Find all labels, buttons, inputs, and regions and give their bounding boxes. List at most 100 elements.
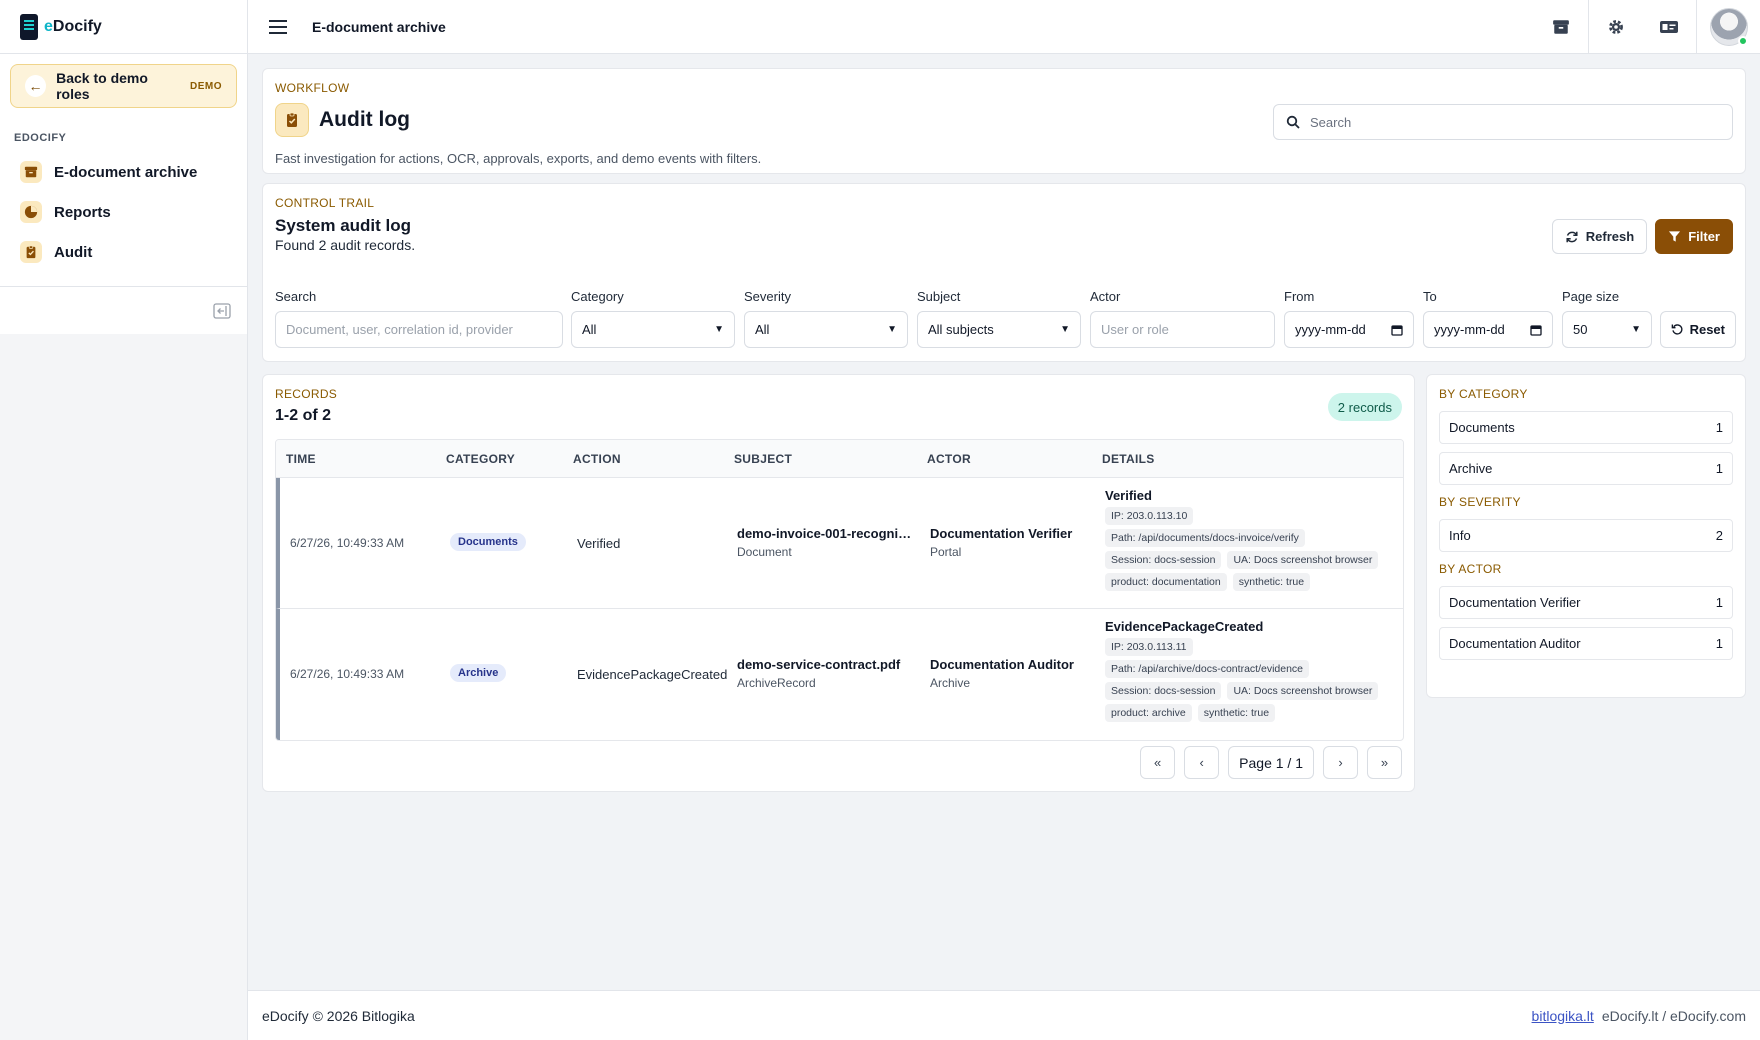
stat-row[interactable]: Archive 1 xyxy=(1439,452,1733,485)
back-label: Back to demo roles xyxy=(56,70,148,102)
back-to-demo-roles-button[interactable]: ← Back to demo roles DEMO xyxy=(10,64,237,108)
column-header-action[interactable]: ACTION xyxy=(573,440,621,478)
first-page-button[interactable]: « xyxy=(1140,746,1176,779)
footer-link[interactable]: bitlogika.lt xyxy=(1532,1008,1594,1024)
detail-tag: IP: 203.0.113.10 xyxy=(1105,507,1194,525)
chevron-right-icon: › xyxy=(1338,755,1343,770)
severity-filter-label: Severity xyxy=(744,289,791,304)
pie-chart-icon xyxy=(20,201,42,223)
global-search xyxy=(1273,104,1733,140)
reset-button[interactable]: Reset xyxy=(1660,311,1736,348)
last-page-button[interactable]: » xyxy=(1367,746,1402,779)
column-header-details: DETAILS xyxy=(1102,452,1155,466)
stat-row[interactable]: Documentation Auditor 1 xyxy=(1439,627,1733,660)
table-row[interactable]: 6/27/26, 10:49:33 AM Documents Verified … xyxy=(276,478,1403,609)
page-size-select[interactable]: 50 ▼ xyxy=(1562,311,1652,348)
column-header-category[interactable]: CATEGORY xyxy=(446,440,515,478)
id-card-button[interactable] xyxy=(1642,0,1696,54)
refresh-button[interactable]: Refresh xyxy=(1551,219,1648,254)
topbar-title: E-document archive xyxy=(312,18,446,35)
demo-badge: DEMO xyxy=(190,80,222,92)
hamburger-icon xyxy=(269,19,287,34)
filter-button[interactable]: Filter xyxy=(1655,219,1733,254)
actor-filter-label: Actor xyxy=(1090,289,1121,304)
actor-input[interactable]: User or role xyxy=(1090,311,1275,348)
category-filter-label: Category xyxy=(571,289,624,304)
clipboard-check-icon xyxy=(275,103,309,137)
refresh-icon xyxy=(1566,231,1578,242)
page-title: Audit log xyxy=(319,108,410,131)
detail-tag: IP: 203.0.113.11 xyxy=(1105,638,1193,656)
from-date-label: From xyxy=(1284,289,1315,304)
page-size-label: Page size xyxy=(1562,289,1620,304)
footer-copyright: eDocify © 2026 Bitlogika xyxy=(262,1007,415,1024)
column-header-time[interactable]: TIME xyxy=(286,440,316,478)
search-filter-input[interactable]: Document, user, correlation id, provider xyxy=(275,311,563,348)
archive-button[interactable] xyxy=(1534,0,1588,54)
page-eyebrow: WORKFLOW xyxy=(275,81,350,95)
records-badge: 2 records xyxy=(1327,393,1402,421)
control-subtitle: Found 2 audit records. xyxy=(275,237,416,253)
control-eyebrow: CONTROL TRAIL xyxy=(275,196,375,210)
footer-domains: eDocify.lt / eDocify.com xyxy=(1601,1007,1746,1024)
sidebar-heading: EDOCIFY xyxy=(14,132,67,144)
chevron-down-icon: ▼ xyxy=(714,324,724,335)
prev-page-button[interactable]: ‹ xyxy=(1184,746,1220,779)
records-eyebrow: RECORDS xyxy=(275,387,338,401)
search-input[interactable] xyxy=(1310,114,1720,130)
audit-table: TIME CATEGORY ACTION SUBJECT ACTOR DETAI… xyxy=(275,439,1404,741)
table-header: TIME CATEGORY ACTION SUBJECT ACTOR DETAI… xyxy=(276,440,1403,478)
category-pill: Documents xyxy=(450,533,526,551)
sidebar-item-e-document-archive[interactable]: E-document archive xyxy=(0,152,247,192)
stat-row[interactable]: Documents 1 xyxy=(1439,411,1733,444)
detail-tag: product: archive xyxy=(1105,704,1192,722)
row-actor-type: Archive xyxy=(930,676,971,690)
settings-button[interactable] xyxy=(1588,0,1642,54)
brand[interactable]: eDocify xyxy=(0,0,247,54)
detail-tag: synthetic: true xyxy=(1197,704,1276,722)
chevron-down-icon: ▼ xyxy=(1631,324,1641,335)
detail-tag: UA: Docs screenshot browser xyxy=(1227,682,1379,700)
row-subject[interactable]: demo-service-contract.pdf xyxy=(737,657,917,672)
user-menu-button[interactable] xyxy=(1696,0,1760,54)
stats-card: BY CATEGORY Documents 1 Archive 1 BY SEVER… xyxy=(1426,374,1746,698)
stats-heading: BY ACTOR xyxy=(1439,562,1502,576)
stats-heading: BY SEVERITY xyxy=(1439,495,1521,509)
column-header-subject[interactable]: SUBJECT xyxy=(734,440,792,478)
table-row[interactable]: 6/27/26, 10:49:33 AM Archive EvidencePac… xyxy=(276,609,1403,740)
collapse-sidebar-icon[interactable] xyxy=(213,302,231,320)
to-date-input[interactable]: yyyy-mm-dd xyxy=(1423,311,1553,348)
chevrons-left-icon: « xyxy=(1154,755,1162,770)
chevron-down-icon: ▼ xyxy=(887,324,897,335)
stat-row[interactable]: Info 2 xyxy=(1439,519,1733,552)
subject-select[interactable]: All subjects ▼ xyxy=(917,311,1081,348)
row-details-title: Verified xyxy=(1105,488,1152,503)
stat-count: 2 xyxy=(1715,528,1723,543)
stat-row[interactable]: Documentation Verifier 1 xyxy=(1439,586,1733,619)
gear-icon xyxy=(1608,19,1623,34)
records-card: RECORDS 1-2 of 2 2 records TIME CATEGORY… xyxy=(262,374,1415,792)
to-date-label: To xyxy=(1423,289,1437,304)
archive-box-icon xyxy=(1553,19,1569,34)
row-subject[interactable]: demo-invoice-001-recognize... xyxy=(737,526,917,541)
pagination: « ‹ Page 1 / 1 › » xyxy=(1140,746,1402,779)
row-actor: Documentation Verifier xyxy=(930,526,1073,541)
from-date-input[interactable]: yyyy-mm-dd xyxy=(1284,311,1414,348)
sidebar-item-reports[interactable]: Reports xyxy=(0,192,247,232)
chevron-down-icon: ▼ xyxy=(1060,324,1070,335)
filter-label: Filter xyxy=(1688,229,1720,244)
severity-select[interactable]: All ▼ xyxy=(744,311,908,348)
row-action: Verified xyxy=(577,536,621,551)
id-card-icon xyxy=(1660,20,1678,33)
page-indicator: Page 1 / 1 xyxy=(1228,746,1314,779)
menu-toggle-button[interactable] xyxy=(248,19,308,34)
row-details-title: EvidencePackageCreated xyxy=(1105,619,1264,634)
brand-name: eDocify xyxy=(44,17,102,35)
detail-tag: Path: /api/documents/docs-invoice/verify xyxy=(1105,529,1305,547)
stats-heading: BY CATEGORY xyxy=(1439,387,1528,401)
chevron-left-icon: ‹ xyxy=(1199,755,1204,770)
next-page-button[interactable]: › xyxy=(1323,746,1358,779)
sidebar-item-audit[interactable]: Audit xyxy=(0,232,247,272)
category-select[interactable]: All ▼ xyxy=(571,311,735,348)
column-header-actor[interactable]: ACTOR xyxy=(927,440,971,478)
